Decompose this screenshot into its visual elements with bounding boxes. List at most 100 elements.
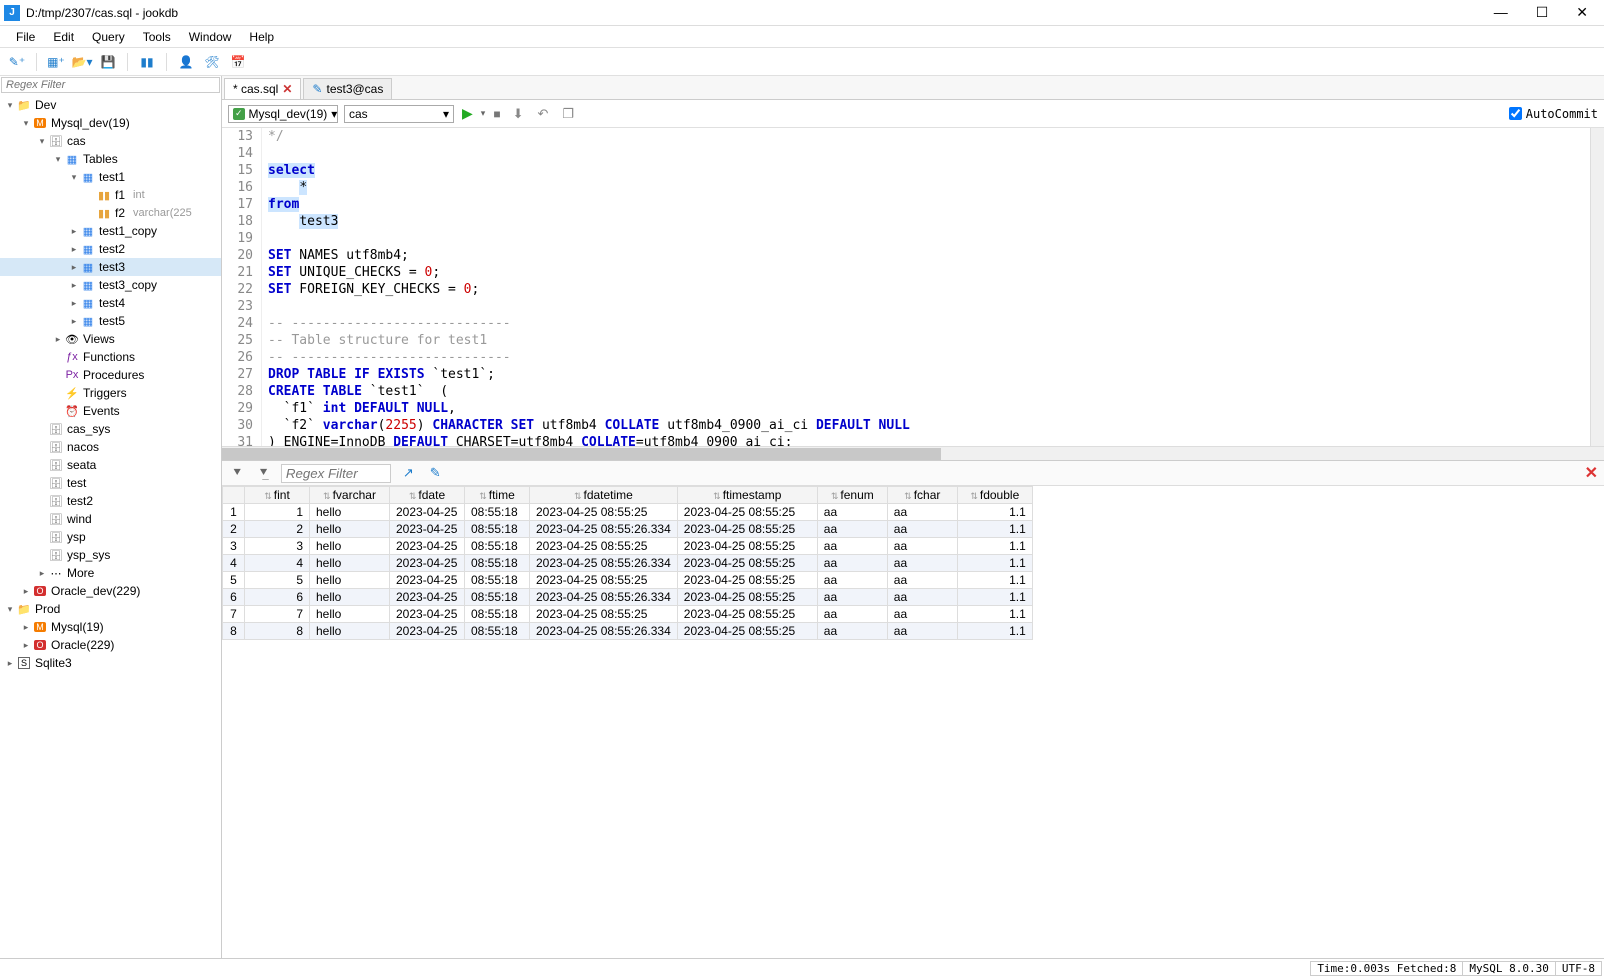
cell[interactable]: 1.1 — [957, 555, 1032, 572]
col-ftime[interactable]: ⇅ftime — [465, 487, 530, 504]
cell[interactable]: 2023-04-25 08:55:25 — [530, 538, 678, 555]
cell[interactable]: 2023-04-25 08:55:25 — [530, 606, 678, 623]
cell[interactable]: 2023-04-25 — [390, 538, 465, 555]
tab-close-icon[interactable]: ✕ — [282, 82, 292, 96]
vertical-scrollbar[interactable] — [1590, 128, 1604, 446]
cell[interactable]: 5 — [245, 572, 310, 589]
tree-item-procedures[interactable]: PxProcedures — [0, 366, 221, 384]
cell[interactable]: aa — [887, 504, 957, 521]
autocommit-checkbox[interactable]: AutoCommit — [1509, 107, 1598, 121]
close-button[interactable]: ✕ — [1572, 4, 1592, 21]
code-line[interactable]: -- Table structure for test1 — [268, 332, 1590, 349]
run-button[interactable]: ▶ — [460, 105, 475, 122]
code-line[interactable]: SET FOREIGN_KEY_CHECKS = 0; — [268, 281, 1590, 298]
code-line[interactable]: * — [268, 179, 1590, 196]
cell[interactable]: 2023-04-25 08:55:25 — [677, 555, 817, 572]
sidebar-filter-input[interactable] — [1, 77, 220, 93]
cell[interactable]: 2023-04-25 08:55:25 — [677, 606, 817, 623]
tree-arrow[interactable]: ▾ — [4, 100, 16, 111]
tree-item-mysql-19-[interactable]: ▸MMysql(19) — [0, 618, 221, 636]
code-line[interactable]: DROP TABLE IF EXISTS `test1`; — [268, 366, 1590, 383]
stop-button[interactable]: ■ — [491, 107, 502, 121]
tree-item-oracle-229-[interactable]: ▸OOracle(229) — [0, 636, 221, 654]
tree-item-test1-copy[interactable]: ▸▦test1_copy — [0, 222, 221, 240]
cell[interactable]: 08:55:18 — [465, 538, 530, 555]
tree-arrow[interactable]: ▾ — [4, 604, 16, 615]
cell[interactable]: 1.1 — [957, 504, 1032, 521]
code-line[interactable]: select — [268, 162, 1590, 179]
user-icon[interactable]: 👤 — [175, 51, 197, 73]
undo-icon[interactable]: ↶ — [533, 106, 552, 122]
wrench-icon[interactable]: 🛠 — [201, 51, 223, 73]
tree-item-tables[interactable]: ▾▦Tables — [0, 150, 221, 168]
cell[interactable]: hello — [310, 589, 390, 606]
tree-item-cas-sys[interactable]: 🗄cas_sys — [0, 420, 221, 438]
code-line[interactable]: CREATE TABLE `test1` ( — [268, 383, 1590, 400]
table-row[interactable]: 11hello2023-04-2508:55:182023-04-25 08:5… — [223, 504, 1033, 521]
tree-item-cas[interactable]: ▾🗄cas — [0, 132, 221, 150]
tree-item-test1[interactable]: ▾▦test1 — [0, 168, 221, 186]
tab-1[interactable]: ✎test3@cas — [303, 78, 392, 99]
menu-tools[interactable]: Tools — [135, 28, 179, 46]
connection-select[interactable]: ✓ Mysql_dev(19) ▾ — [228, 105, 338, 123]
col-fint[interactable]: ⇅fint — [245, 487, 310, 504]
cell[interactable]: 2023-04-25 08:55:26.334 — [530, 623, 678, 640]
tree-arrow[interactable]: ▾ — [20, 118, 32, 129]
tree-item-test5[interactable]: ▸▦test5 — [0, 312, 221, 330]
cell[interactable]: aa — [887, 589, 957, 606]
tree-arrow[interactable]: ▸ — [20, 622, 32, 633]
results-filter-input[interactable] — [281, 464, 391, 483]
tree-item-ysp-sys[interactable]: 🗄ysp_sys — [0, 546, 221, 564]
cell[interactable]: 1 — [245, 504, 310, 521]
cell[interactable]: hello — [310, 504, 390, 521]
tree-arrow[interactable]: ▸ — [68, 280, 80, 291]
cell[interactable]: 2023-04-25 08:55:25 — [677, 623, 817, 640]
cell[interactable]: hello — [310, 572, 390, 589]
cell[interactable]: aa — [817, 504, 887, 521]
tree-arrow[interactable]: ▸ — [68, 298, 80, 309]
tree-arrow[interactable]: ▸ — [68, 244, 80, 255]
cell[interactable]: 08:55:18 — [465, 606, 530, 623]
cell[interactable]: 08:55:18 — [465, 589, 530, 606]
cell[interactable]: 1.1 — [957, 606, 1032, 623]
cell[interactable]: 2023-04-25 — [390, 572, 465, 589]
cell[interactable]: aa — [817, 538, 887, 555]
export-icon[interactable]: ⬇ — [509, 106, 528, 122]
tree-item-wind[interactable]: 🗄wind — [0, 510, 221, 528]
cell[interactable]: aa — [887, 538, 957, 555]
calendar-icon[interactable]: 📅 — [227, 51, 249, 73]
cell[interactable]: aa — [817, 623, 887, 640]
collapse-all-icon[interactable]: ⯆̲ — [254, 465, 272, 481]
new-connection-icon[interactable]: ✎⁺ — [6, 51, 28, 73]
tree-item-test4[interactable]: ▸▦test4 — [0, 294, 221, 312]
menu-window[interactable]: Window — [181, 28, 240, 46]
cell[interactable]: 2023-04-25 08:55:25 — [530, 504, 678, 521]
col-fdatetime[interactable]: ⇅fdatetime — [530, 487, 678, 504]
code-line[interactable]: from — [268, 196, 1590, 213]
tree-item-test2[interactable]: ▸▦test2 — [0, 240, 221, 258]
maximize-button[interactable]: ☐ — [1532, 4, 1553, 21]
table-row[interactable]: 88hello2023-04-2508:55:182023-04-25 08:5… — [223, 623, 1033, 640]
cell[interactable]: 2 — [245, 521, 310, 538]
cell[interactable]: 2023-04-25 — [390, 589, 465, 606]
menu-query[interactable]: Query — [84, 28, 133, 46]
tree-arrow[interactable]: ▸ — [68, 316, 80, 327]
table-row[interactable]: 77hello2023-04-2508:55:182023-04-25 08:5… — [223, 606, 1033, 623]
cell[interactable]: 1.1 — [957, 623, 1032, 640]
compare-icon[interactable]: ▮▮ — [136, 51, 158, 73]
cell[interactable]: aa — [887, 521, 957, 538]
results-grid[interactable]: ⇅fint⇅fvarchar⇅fdate⇅ftime⇅fdatetime⇅fti… — [222, 486, 1604, 640]
cell[interactable]: 1.1 — [957, 538, 1032, 555]
code-line[interactable]: -- ---------------------------- — [268, 315, 1590, 332]
cell[interactable]: 2023-04-25 08:55:25 — [677, 538, 817, 555]
col-fchar[interactable]: ⇅fchar — [887, 487, 957, 504]
tree-arrow[interactable]: ▾ — [52, 154, 64, 165]
cell[interactable]: aa — [887, 555, 957, 572]
tree-item-test[interactable]: 🗄test — [0, 474, 221, 492]
tree-item-triggers[interactable]: ⚡Triggers — [0, 384, 221, 402]
tree-item-mysql-dev-19-[interactable]: ▾MMysql_dev(19) — [0, 114, 221, 132]
new-file-icon[interactable]: ▦⁺ — [45, 51, 67, 73]
code-line[interactable] — [268, 298, 1590, 315]
table-row[interactable]: 55hello2023-04-2508:55:182023-04-25 08:5… — [223, 572, 1033, 589]
col-fdouble[interactable]: ⇅fdouble — [957, 487, 1032, 504]
